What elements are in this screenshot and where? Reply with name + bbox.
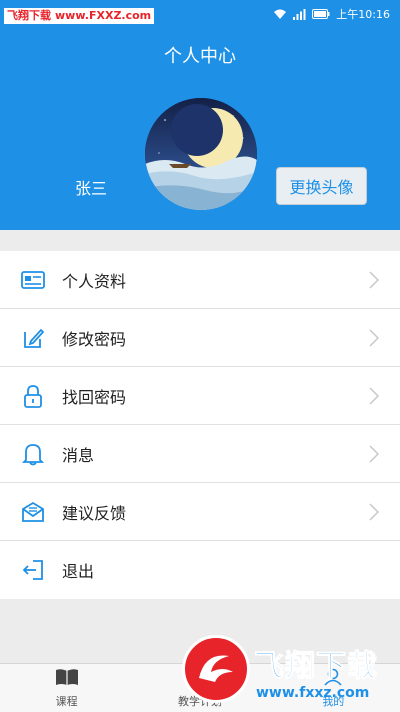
tab-label: 教学计划 — [177, 694, 222, 708]
lock-icon — [21, 384, 45, 408]
logout-icon — [21, 558, 45, 582]
id-card-icon — [21, 268, 45, 292]
menu-item-label: 个人资料 — [62, 271, 127, 291]
avatar[interactable] — [145, 98, 257, 210]
edit-icon — [21, 326, 45, 350]
settings-menu: 个人资料 修改密码 找回密码 消息 建议反馈 退出 — [0, 251, 400, 599]
menu-item-label: 找回密码 — [62, 387, 127, 407]
username: 张三 — [75, 179, 108, 198]
menu-item-change-password[interactable]: 修改密码 — [0, 309, 400, 367]
menu-item-label: 退出 — [62, 562, 95, 581]
status-time: 上午10:16 — [336, 8, 390, 21]
mail-icon — [21, 500, 45, 524]
chevron-right-icon — [368, 502, 380, 526]
book-icon — [55, 668, 79, 690]
menu-item-label: 建议反馈 — [62, 503, 127, 523]
watermark-top-url: www.FXXZ.com — [55, 9, 152, 22]
menu-item-label: 消息 — [62, 445, 95, 465]
tab-teaching-plan[interactable]: 教学计划 — [133, 664, 266, 712]
avatar-image — [145, 98, 257, 210]
signal-icon — [293, 8, 306, 20]
chevron-right-icon — [368, 328, 380, 352]
watermark-top: 飞翔下载 www.FXXZ.com — [4, 8, 155, 24]
chevron-right-icon — [368, 444, 380, 468]
menu-item-profile[interactable]: 个人资料 — [0, 251, 400, 309]
menu-item-label: 修改密码 — [62, 329, 127, 349]
watermark-top-cn: 飞翔下载 — [7, 9, 51, 22]
chevron-right-icon — [368, 270, 380, 294]
bottom-tab-bar: 课程 教学计划 我的 — [0, 663, 400, 712]
page-title: 个人中心 — [164, 46, 236, 67]
user-icon — [322, 668, 344, 690]
menu-item-messages[interactable]: 消息 — [0, 425, 400, 483]
tab-label: 我的 — [322, 694, 345, 708]
bell-icon — [21, 442, 45, 466]
status-right: 上午10:16 — [273, 6, 390, 22]
change-avatar-button[interactable]: 更换头像 — [276, 167, 367, 205]
menu-item-feedback[interactable]: 建议反馈 — [0, 483, 400, 541]
profile-header: 个人中心 张三 更换头像 — [0, 30, 400, 230]
status-bar: 飞翔下载 www.FXXZ.com 上午10:16 — [0, 0, 400, 30]
menu-item-recover-password[interactable]: 找回密码 — [0, 367, 400, 425]
menu-item-logout[interactable]: 退出 — [0, 541, 400, 599]
plan-icon — [189, 667, 211, 690]
tab-courses[interactable]: 课程 — [0, 664, 133, 712]
wifi-icon — [273, 9, 287, 20]
tab-label: 课程 — [55, 694, 78, 708]
chevron-right-icon — [368, 386, 380, 410]
battery-icon — [312, 9, 330, 19]
tab-mine[interactable]: 我的 — [267, 664, 400, 712]
